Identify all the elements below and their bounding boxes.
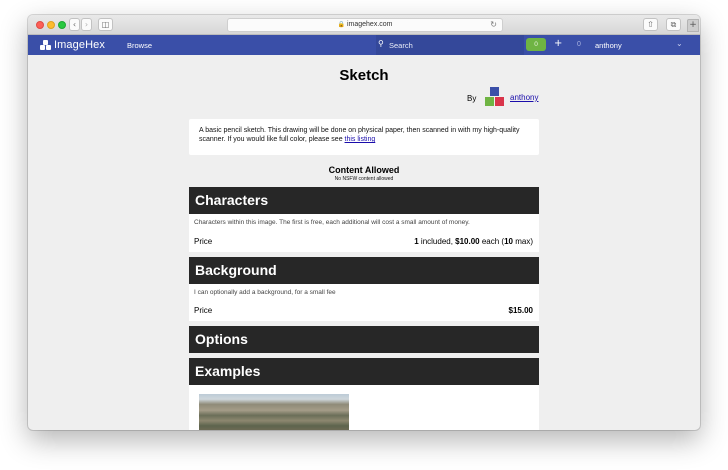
page-title: Sketch [339, 67, 389, 84]
address-bar[interactable]: 🔒 imagehex.com ↻ [227, 18, 503, 32]
forward-icon[interactable]: › [81, 18, 92, 31]
background-price-label: Price [194, 306, 213, 315]
minimize-window-button[interactable] [47, 21, 55, 29]
author-link[interactable]: anthony [510, 93, 538, 102]
example-image[interactable] [199, 394, 349, 430]
background-section-header: Background [189, 257, 539, 284]
new-tab-icon[interactable]: + [687, 19, 699, 32]
sidebar-toggle-icon[interactable]: ◫ [98, 18, 113, 31]
characters-max-count: 10 [504, 237, 513, 246]
notifications-badge[interactable]: 0 [526, 38, 546, 51]
user-menu-name[interactable]: anthony [595, 41, 622, 50]
examples-section-body [189, 385, 539, 430]
nav-count: 0 [577, 41, 581, 48]
lock-icon: 🔒 [337, 21, 345, 28]
tabs-overview-icon[interactable]: ⧉ [666, 18, 681, 31]
background-description: I can optionally add a background, for a… [194, 289, 336, 296]
options-section-header: Options [189, 326, 539, 353]
characters-section-body: Characters within this image. The first … [189, 214, 539, 252]
browser-window: ‹ › ◫ 🔒 imagehex.com ↻ ⇧ ⧉ + ImageHex Bro… [28, 15, 700, 430]
listing-description: A basic pencil sketch. This drawing will… [189, 119, 539, 155]
reload-icon[interactable]: ↻ [490, 19, 497, 31]
characters-section-header: Characters [189, 187, 539, 214]
by-label: By [467, 94, 477, 103]
background-price-value: $15.00 [508, 306, 533, 315]
chevron-down-icon[interactable]: ⌄ [676, 39, 683, 48]
search-input[interactable]: ⚲ Search [376, 35, 524, 55]
site-logo[interactable]: ImageHex [40, 38, 105, 52]
back-icon[interactable]: ‹ [69, 18, 80, 31]
close-window-button[interactable] [36, 21, 44, 29]
search-icon: ⚲ [378, 39, 384, 48]
logo-text: ImageHex [54, 39, 105, 51]
content-allowed-note: No NSFW content allowed [334, 176, 394, 182]
logo-hex-icon [40, 40, 51, 50]
examples-section-header: Examples [189, 358, 539, 385]
characters-max-text: max) [513, 237, 533, 246]
author-avatar[interactable] [483, 86, 505, 108]
content-allowed-heading: Content Allowed [328, 165, 400, 175]
nav-browse-link[interactable]: Browse [127, 41, 152, 50]
characters-each-text: each ( [479, 237, 505, 246]
background-section-body: I can optionally add a background, for a… [189, 284, 539, 321]
search-placeholder: Search [389, 41, 413, 50]
share-icon[interactable]: ⇧ [643, 18, 658, 31]
listing-link[interactable]: this listing [345, 136, 376, 143]
characters-description: Characters within this image. The first … [194, 219, 470, 226]
upload-plus-icon[interactable]: + [554, 38, 562, 49]
characters-price-value: 1 included, $10.00 each (10 max) [414, 237, 533, 246]
page-content: Sketch By anthony A basic pencil sketch.… [28, 55, 700, 430]
characters-price-label: Price [194, 237, 213, 246]
site-navbar: ImageHex Browse ⚲ Search 0 + 0 anthony ⌄ [28, 35, 700, 55]
url-text: imagehex.com [346, 21, 393, 28]
browser-titlebar: ‹ › ◫ 🔒 imagehex.com ↻ ⇧ ⧉ + [28, 15, 700, 35]
characters-included-text: included, [418, 237, 456, 246]
zoom-window-button[interactable] [58, 21, 66, 29]
characters-each-price: $10.00 [455, 237, 480, 246]
